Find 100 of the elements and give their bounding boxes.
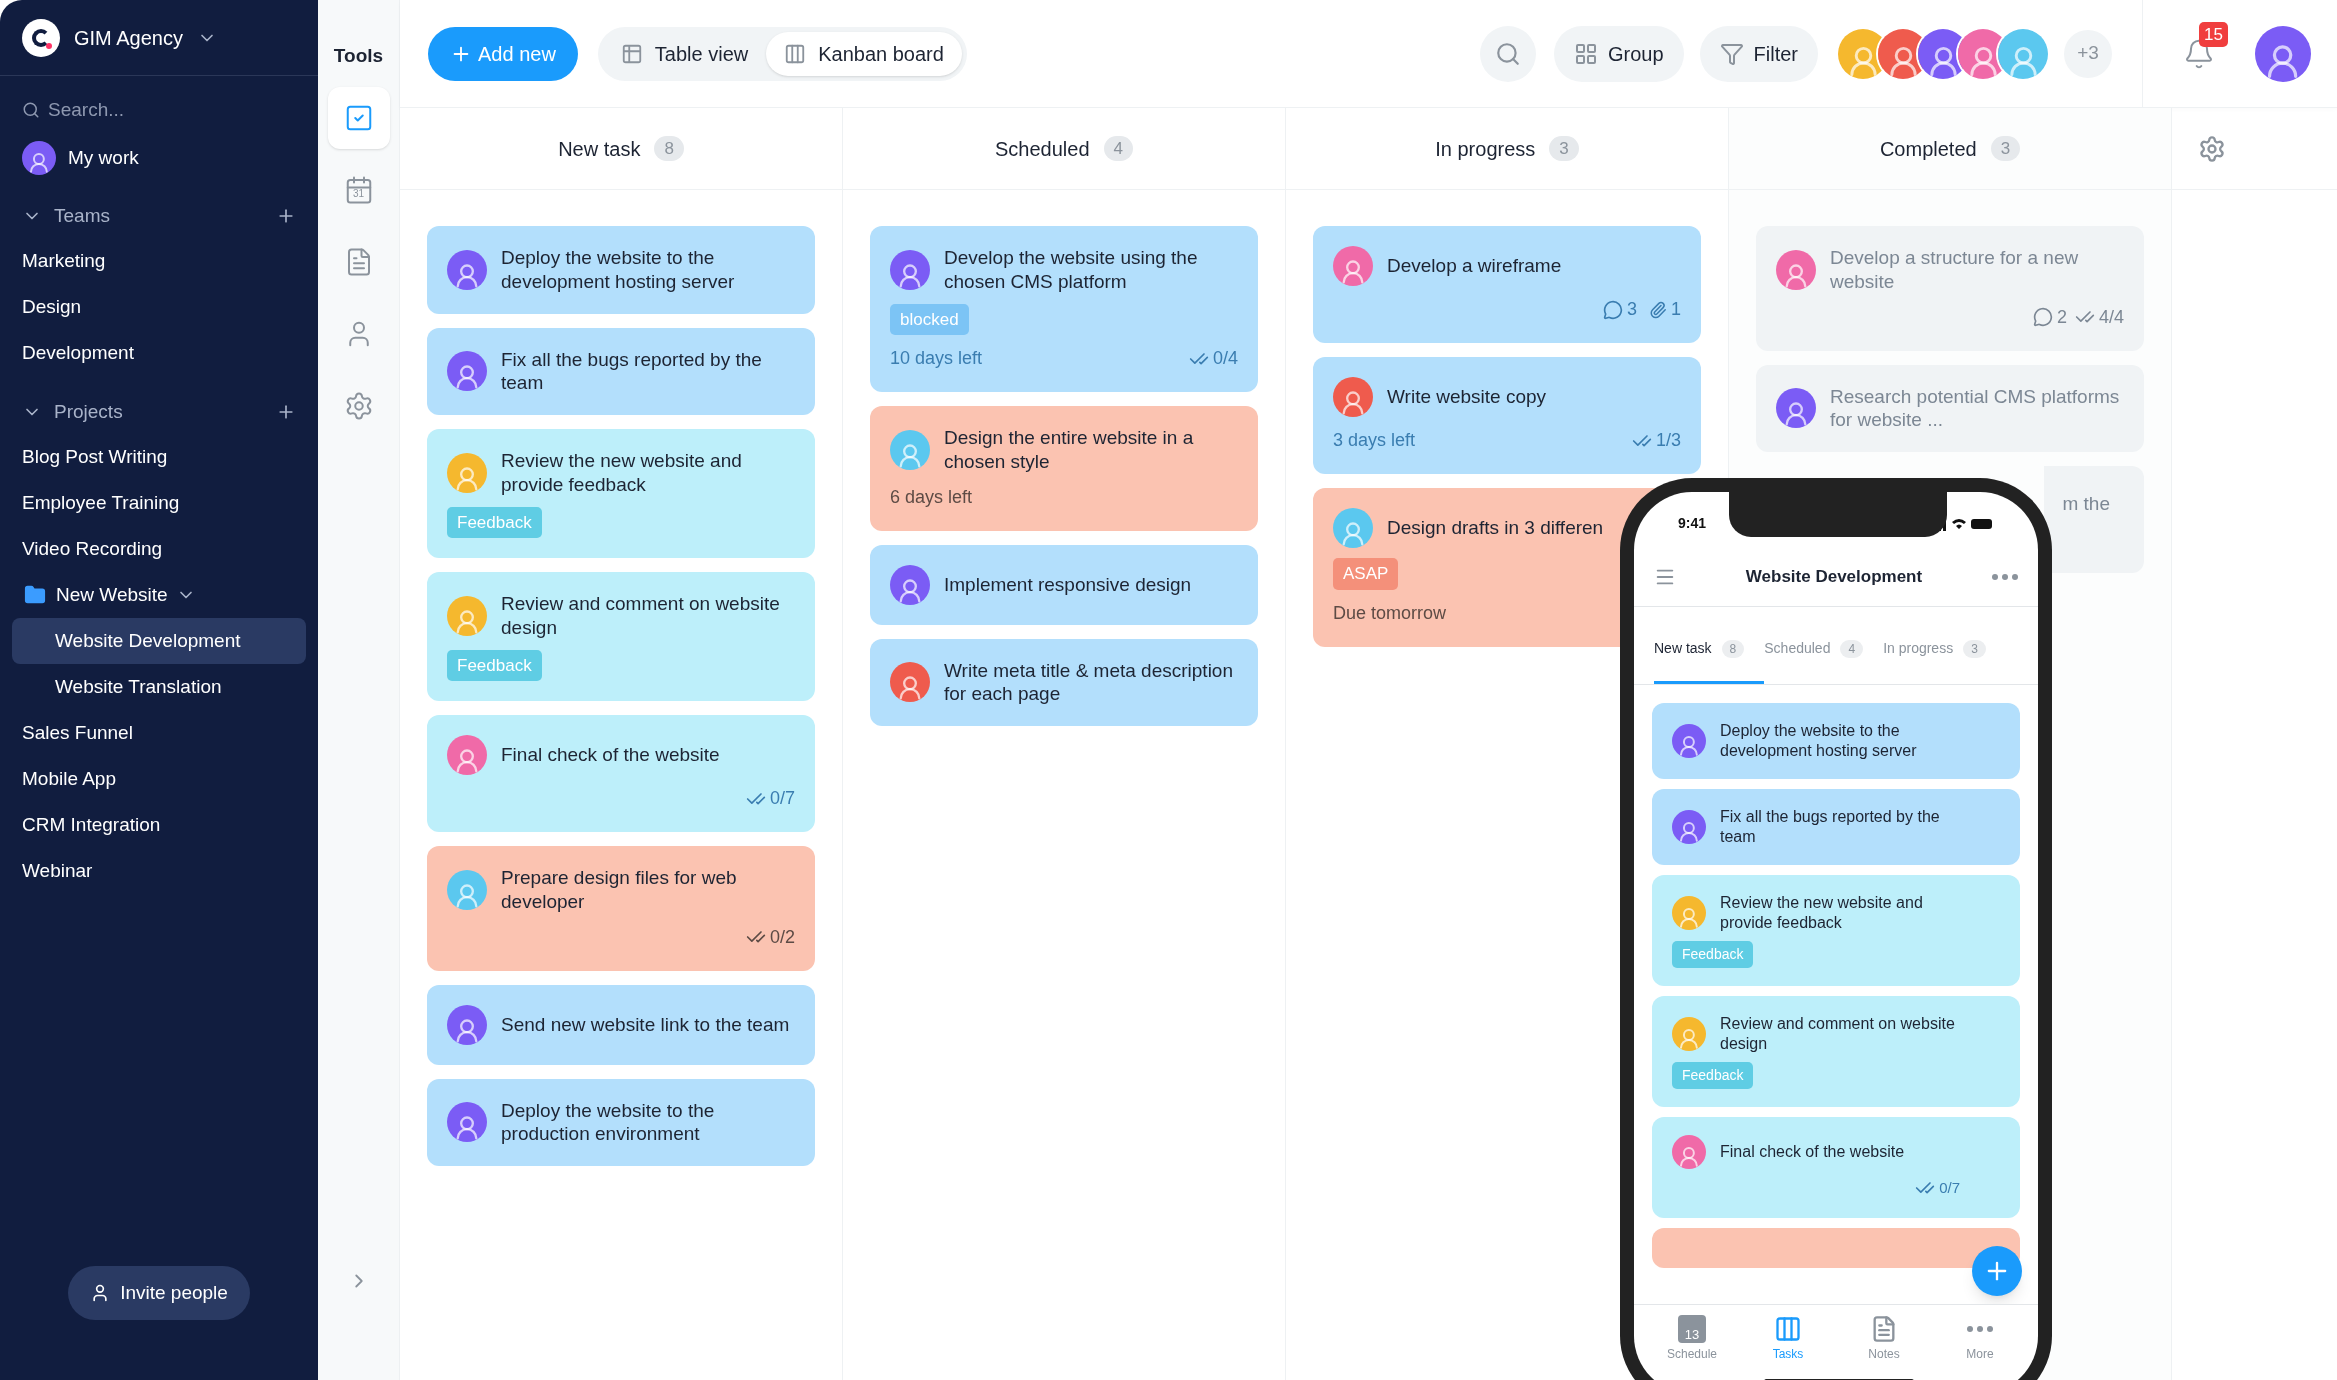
task-card[interactable]: Fix all the bugs reported by the team [427,327,815,415]
more-icon[interactable] [1992,573,2018,580]
person-icon [1677,820,1701,844]
sidebar-item[interactable]: Marketing [0,238,318,284]
task-title: Review the new website and provide feedback [1720,893,1924,933]
filter-icon [1719,41,1744,66]
checklist-count: 1/3 [1655,429,1681,452]
checklist-count: 0/7 [769,787,795,810]
task-card[interactable]: Review the new website and provide feedback Feedback [1652,875,2020,986]
folder-icon [24,584,46,606]
filter-button[interactable]: Filter [1699,25,1818,82]
task-title: Design drafts in 3 differen [1387,516,1604,540]
task-card[interactable]: Develop the website using the chosen CMS platform blocked 10 days left 0/4 [870,226,1258,392]
task-card[interactable]: Final check of the website 0/7 [427,715,815,832]
tool-button[interactable] [327,86,390,149]
group-button[interactable]: Group [1553,25,1684,82]
sidebar-item[interactable]: Sales Funnel [0,710,318,756]
task-card[interactable]: Implement responsive design [870,544,1258,625]
phone-title: Website Development [1744,565,1924,588]
task-card[interactable]: Write meta title & meta description for each page [870,638,1258,726]
task-card[interactable]: Fix all the bugs reported by the team [1652,789,2020,865]
search-icon [1494,40,1521,67]
kanban-icon [784,42,807,65]
task-card[interactable]: Review and comment on website design Feedback [1652,996,2020,1107]
task-title: Review and comment on website design [1720,1014,1956,1054]
task-title: Fix all the bugs reported by the team [501,347,763,395]
table-icon [620,42,643,65]
task-title: Deploy the website to the development hosting server [501,246,736,294]
kanban-icon [1774,1315,1802,1343]
invite-people-button[interactable]: Invite people [68,1266,250,1320]
sidebar-item[interactable]: Webinar [0,848,318,894]
task-tag: Feedback [447,506,542,538]
person-icon [27,151,51,175]
task-card[interactable]: Send new website link to the team [427,984,815,1065]
column-count: 3 [1549,135,1579,162]
task-card[interactable]: Review and comment on website design Feedback [427,572,815,701]
tools-title: Tools [333,44,384,68]
sidebar-section-header[interactable]: Projects [0,390,318,434]
sidebar-item[interactable]: Mobile App [0,756,318,802]
sidebar-item[interactable]: Website Development [12,618,306,664]
due-text: 3 days left [1333,429,1416,452]
comment-count: 2 [2056,305,2067,329]
column-count: 8 [654,135,684,162]
task-tag: ASAP [1333,558,1399,590]
add-task-button[interactable] [1972,1246,2022,1296]
task-card[interactable]: Deploy the website to the production environment [427,1078,815,1166]
task-title: Implement responsive design [944,572,1192,597]
sidebar-folder[interactable]: New Website [0,572,318,618]
task-title: Review and comment on website design [501,592,781,640]
task-card[interactable]: Deploy the website to the development hosting server [1652,703,2020,779]
search-field[interactable]: Search... [0,84,318,136]
column-title: Scheduled [995,136,1090,162]
task-card[interactable]: Deploy the website to the development hosting server [427,226,815,314]
task-title: Write meta title & meta description for each page [944,658,1234,706]
search-icon [22,101,40,119]
task-card[interactable]: Final check of the website 0/7 [1652,1117,2020,1218]
task-title: Write website copy [1387,385,1547,409]
sidebar-item[interactable]: My work [0,136,318,180]
tab-count: 4 [1840,639,1864,658]
task-title: Review the new website and provide feedback [501,449,743,497]
sidebar-item[interactable]: Website Translation [12,664,306,710]
task-title: Deploy the website to the development hosting server [1720,721,1918,761]
checklist-count: 0/2 [769,925,795,949]
sidebar-item[interactable]: CRM Integration [0,802,318,848]
task-card[interactable]: Prepare design files for web developer 0/2 [427,846,815,971]
task-card[interactable]: Write website copy 3 days left 1/3 [1313,357,1701,474]
task-title: Develop the website using the chosen CMS platform [944,246,1199,294]
sidebar-item[interactable]: Employee Training [0,480,318,526]
workspace-name[interactable]: GIM Agency [74,22,183,53]
task-card[interactable]: Review the new website and provide feedback Feedback [427,429,815,558]
task-title: Research potential CMS platforms for website ... [1830,384,2121,432]
comment-icon [1602,299,1623,320]
settings-icon[interactable] [2198,134,2226,163]
more-icon[interactable] [1967,1326,1993,1332]
task-title: Final check of the website [501,743,720,767]
phone-tab[interactable]: New task 8 [1654,638,1765,684]
sidebar-item[interactable]: Video Recording [0,526,318,572]
task-title: Final check of the website [1720,1142,1905,1162]
person-icon [1677,906,1701,930]
view-tab[interactable]: Table view [602,31,767,76]
sidebar-section-header[interactable]: Teams [0,194,318,238]
tab-count: 3 [1963,639,1986,658]
column-title: Completed [1879,136,1977,162]
column-title: In progress [1435,136,1536,162]
task-title: Deploy the website to the production environment [501,1098,716,1146]
attachment-count: 1 [1671,298,1681,321]
sidebar-item[interactable]: Development [0,330,318,376]
task-title: Prepare design files for web developer [501,866,738,914]
paperclip-icon [1649,300,1667,319]
task-card[interactable]: Develop a wireframe 3 1 [1313,226,1701,343]
grid-icon [1573,41,1598,66]
sidebar-item[interactable]: Blog Post Writing [0,434,318,480]
view-tab[interactable]: Kanban board [766,31,962,76]
due-text: Due tomorrow [1333,601,1447,625]
sidebar-item[interactable]: Design [0,284,318,330]
task-title: Fix all the bugs reported by the team [1720,807,1941,847]
task-card[interactable]: Design the entire website in a chosen style 6 days left [870,406,1258,531]
task-title: Send new website link to the team [501,1012,790,1037]
task-title: m the [2062,492,2110,516]
task-tag: Feedback [447,649,542,681]
